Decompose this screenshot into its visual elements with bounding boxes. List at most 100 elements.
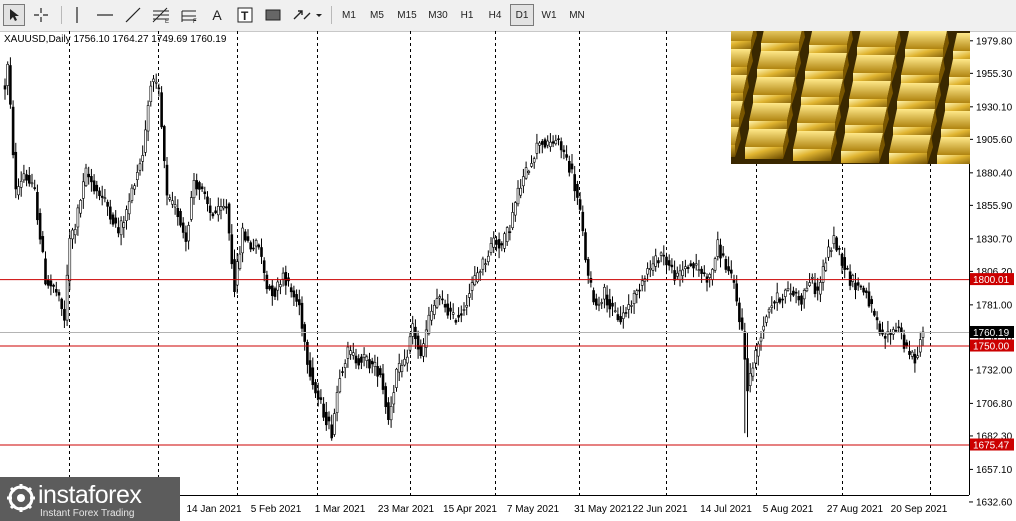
candle	[889, 329, 892, 345]
candle	[635, 288, 639, 304]
candle	[540, 139, 544, 154]
candle	[621, 304, 625, 329]
candle	[570, 154, 574, 174]
candle	[68, 230, 72, 291]
x-tick-label: 14 Jan 2021	[186, 504, 241, 515]
crosshair-icon[interactable]	[30, 4, 52, 26]
candle	[119, 216, 123, 246]
timeframe-m5[interactable]: M5	[364, 4, 390, 26]
candle	[54, 281, 58, 297]
candle	[727, 256, 730, 275]
timeframe-h4[interactable]: H4	[482, 4, 508, 26]
x-tick-label: 5 Aug 2021	[763, 504, 814, 515]
timeframe-h1[interactable]: H1	[454, 4, 480, 26]
candle	[111, 212, 115, 227]
candle	[527, 169, 531, 175]
horizontal-line-icon[interactable]	[94, 4, 116, 26]
candle	[864, 287, 868, 299]
candle	[217, 197, 220, 222]
timeframe-w1[interactable]: W1	[536, 4, 562, 26]
candle	[130, 184, 134, 204]
text-icon[interactable]: A	[206, 4, 228, 26]
candle	[511, 202, 514, 231]
candle	[249, 240, 252, 253]
candle	[446, 293, 450, 319]
candle	[11, 100, 15, 159]
candle	[481, 256, 485, 276]
candle	[3, 78, 7, 100]
candle	[144, 120, 147, 157]
candle	[638, 283, 641, 299]
candle	[873, 308, 876, 317]
candle	[486, 250, 490, 266]
candle	[462, 302, 466, 316]
candle	[643, 275, 647, 292]
candle	[732, 274, 736, 289]
candle	[468, 283, 471, 307]
candle	[729, 260, 733, 279]
timeframe-m1[interactable]: M1	[336, 4, 362, 26]
svg-text:E: E	[165, 19, 169, 23]
candle	[913, 349, 917, 373]
vertical-line-icon[interactable]	[68, 4, 86, 26]
candle	[476, 266, 479, 284]
candle	[219, 198, 223, 220]
candle	[227, 202, 231, 241]
arrows-icon[interactable]	[290, 4, 324, 26]
candle	[125, 205, 128, 230]
candle	[233, 249, 236, 298]
timeframe-mn[interactable]: MN	[564, 4, 590, 26]
candle	[46, 275, 50, 289]
candle	[273, 286, 277, 300]
candle	[646, 262, 649, 282]
candle	[300, 296, 304, 337]
candle	[73, 223, 77, 244]
candle	[827, 239, 830, 261]
candle	[897, 319, 901, 334]
rectangle-icon[interactable]	[262, 4, 284, 26]
candle	[203, 186, 207, 200]
candle	[160, 86, 163, 130]
timeframe-m15[interactable]: M15	[392, 4, 422, 26]
candle	[916, 346, 919, 360]
fibo-expansion-icon[interactable]: F	[178, 4, 200, 26]
timeframe-m30[interactable]: M30	[424, 4, 452, 26]
candle	[584, 228, 587, 263]
candle	[738, 297, 741, 330]
candle	[25, 169, 28, 187]
candle	[90, 168, 93, 192]
fibonacci-icon[interactable]: E	[150, 4, 172, 26]
candle	[686, 264, 690, 274]
cursor-icon[interactable]	[3, 4, 25, 26]
x-tick-label: 7 May 2021	[507, 504, 560, 515]
candle	[611, 296, 614, 316]
x-tick-label: 27 Aug 2021	[827, 504, 884, 515]
candle	[6, 61, 9, 96]
candle	[600, 298, 604, 309]
candle	[505, 226, 509, 246]
trendline-icon[interactable]	[122, 4, 144, 26]
candle	[376, 356, 379, 387]
candle	[716, 231, 720, 261]
candle	[918, 331, 922, 357]
candle	[565, 145, 568, 161]
candle	[886, 320, 890, 343]
candle	[549, 133, 552, 152]
text-label-icon[interactable]: T	[234, 4, 256, 26]
candle	[821, 259, 825, 291]
candle	[138, 158, 142, 176]
candle	[824, 257, 828, 272]
candle	[146, 100, 150, 142]
candle	[697, 259, 701, 277]
candle	[17, 178, 20, 200]
candle	[225, 199, 228, 214]
y-tick-label: 1979.80	[976, 36, 1013, 47]
timeframe-d1[interactable]: D1	[510, 4, 534, 26]
current-price-tag: 1760.19	[970, 325, 1014, 339]
candle	[416, 330, 420, 359]
candle	[322, 397, 325, 421]
candle	[403, 349, 406, 367]
candle	[894, 322, 898, 333]
candle	[719, 238, 722, 268]
candle	[859, 284, 863, 291]
